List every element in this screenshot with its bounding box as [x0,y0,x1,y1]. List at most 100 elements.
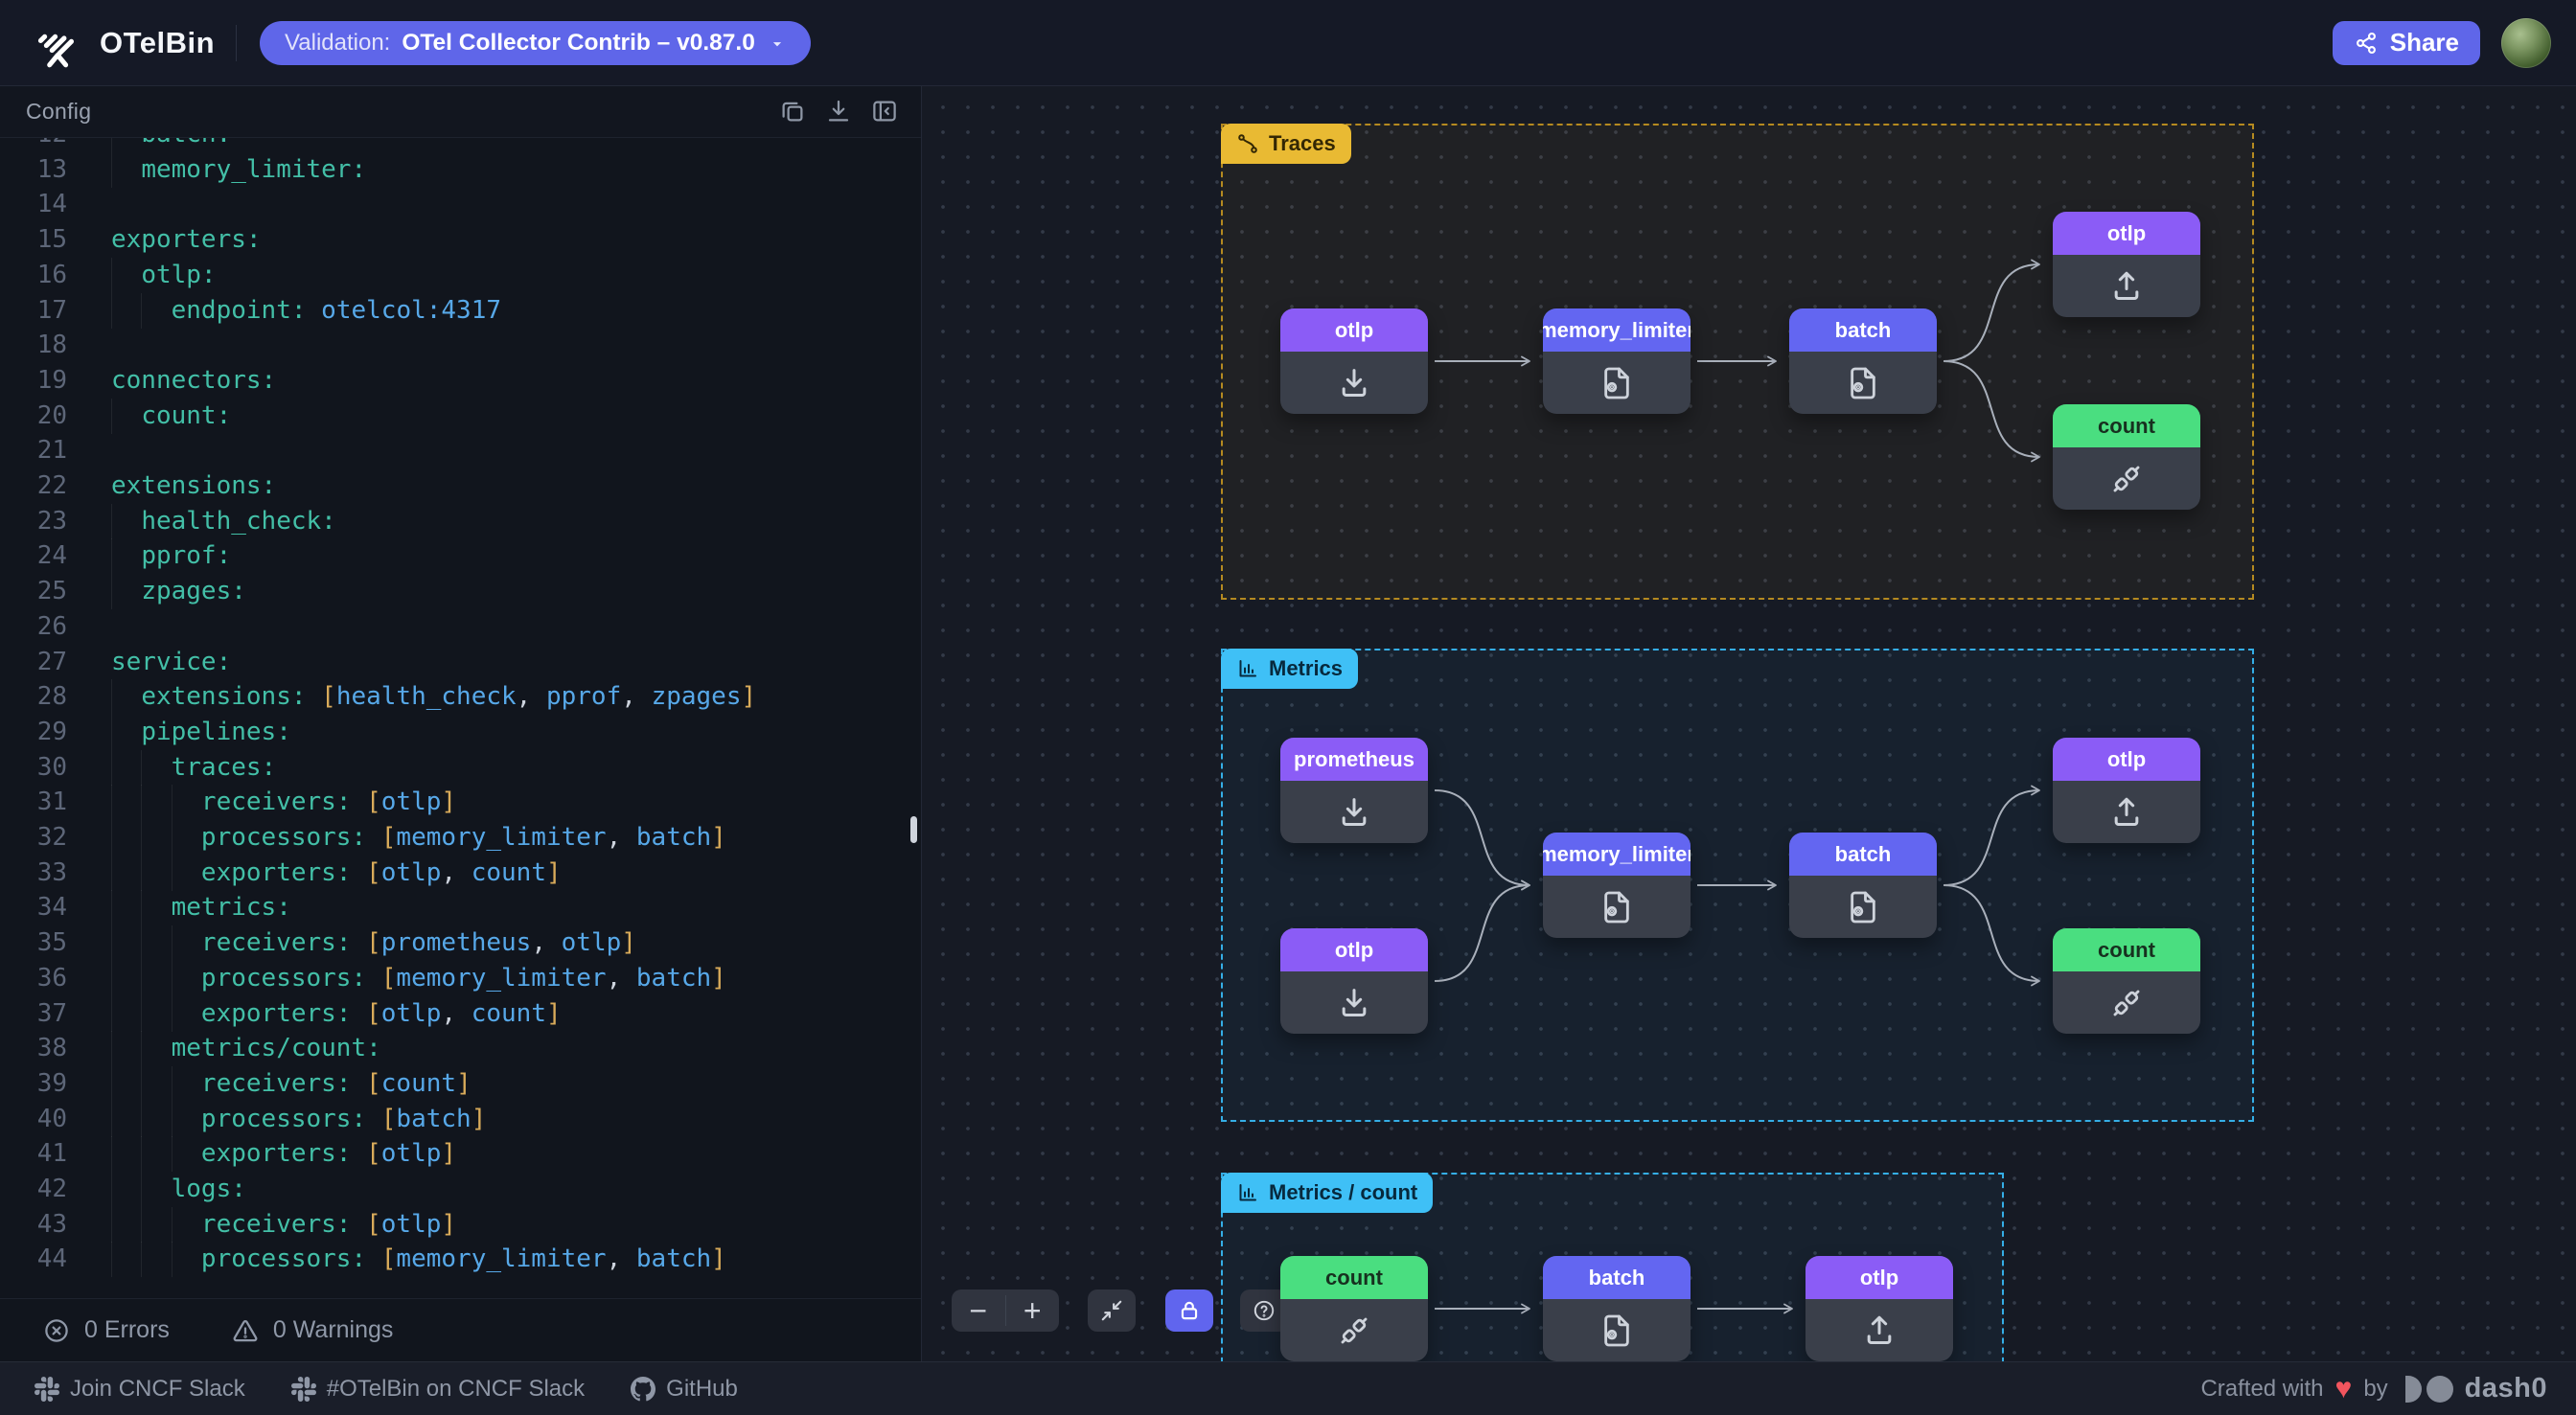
logo[interactable]: OTelBin [0,17,215,69]
zoom-in-button[interactable]: + [1006,1289,1060,1332]
node-title: batch [1789,308,1937,352]
otelbin-logo-icon [33,17,84,69]
node-receiver-otlp[interactable]: otlp [1280,308,1428,414]
code-line-32[interactable]: 32 processors: [memory_limiter, batch] [0,820,911,856]
code-line-13[interactable]: 13 memory_limiter: [0,152,911,188]
code-line-24[interactable]: 24 pprof: [0,538,911,574]
code-line-27[interactable]: 27 service: [0,645,911,680]
code-editor[interactable]: 12 batch:13 memory_limiter:1415exporters… [0,138,921,1286]
code-line-35[interactable]: 35 receivers: [prometheus, otlp] [0,925,911,961]
line-number: 13 [0,152,67,188]
code-line-21[interactable]: 21 [0,433,911,468]
code-line-38[interactable]: 38 metrics/count: [0,1031,911,1066]
fit-view-button[interactable] [1088,1289,1136,1332]
code-line-16[interactable]: 16 otlp: [0,258,911,293]
footer-link-2[interactable]: #OTelBin on CNCF Slack [291,1376,585,1403]
node-receiver-otlp[interactable]: otlp [1280,928,1428,1034]
node-body [2053,255,2200,317]
node-body [1280,352,1428,414]
code-line-18[interactable]: 18 [0,328,911,363]
node-connector-count[interactable]: count [2053,404,2200,510]
code-line-36[interactable]: 36 processors: [memory_limiter, batch] [0,961,911,996]
node-title: count [2053,928,2200,971]
code-line-44[interactable]: 44 processors: [memory_limiter, batch] [0,1242,911,1277]
pipeline-group-label: Metrics / count [1221,1173,1433,1213]
minus-icon: − [969,1295,987,1326]
pipeline-canvas[interactable]: − + TracesMetricsMetrics / countotlpmemo… [921,86,2576,1361]
node-processor-batch[interactable]: batch [1789,308,1937,414]
node-title: prometheus [1280,738,1428,781]
chevron-down-icon [767,34,788,55]
footer-link-1[interactable]: Join CNCF Slack [34,1376,245,1403]
download-config-button[interactable] [823,97,854,127]
code-line-34[interactable]: 34 metrics: [0,890,911,925]
pipeline-group-metrics[interactable]: Metrics [1221,649,2254,1122]
node-connector-count[interactable]: count [2053,928,2200,1034]
node-exporter-otlp[interactable]: otlp [1806,1256,1953,1361]
code-text: service: [111,645,231,680]
code-text: receivers: [prometheus, otlp] [111,925,636,961]
node-receiver-prometheus[interactable]: prometheus [1280,738,1428,843]
dash0-brand: dash0 [2465,1373,2547,1404]
node-exporter-otlp[interactable]: otlp [2053,738,2200,843]
line-number: 43 [0,1207,67,1243]
code-text: exporters: [otlp, count] [111,856,562,891]
fit-view-icon [1099,1298,1124,1323]
footer-link-3[interactable]: GitHub [631,1376,738,1403]
node-exporter-otlp[interactable]: otlp [2053,212,2200,317]
warnings-status: 0 Warnings [231,1316,394,1345]
code-line-40[interactable]: 40 processors: [batch] [0,1102,911,1137]
code-line-37[interactable]: 37 exporters: [otlp, count] [0,996,911,1032]
line-number: 33 [0,856,67,891]
line-number: 27 [0,645,67,680]
receiver-icon [1335,793,1373,832]
code-line-29[interactable]: 29 pipelines: [0,715,911,750]
code-line-30[interactable]: 30 traces: [0,750,911,786]
code-text: receivers: [count] [111,1066,472,1102]
code-text: exporters: [otlp, count] [111,996,562,1032]
code-line-41[interactable]: 41 exporters: [otlp] [0,1136,911,1172]
code-line-28[interactable]: 28 extensions: [health_check, pprof, zpa… [0,679,911,715]
validation-dropdown[interactable]: Validation: OTel Collector Contrib – v0.… [260,21,811,65]
connector-icon [2107,984,2146,1022]
code-line-17[interactable]: 17 endpoint: otelcol:4317 [0,293,911,329]
collapse-panel-button[interactable] [869,97,900,127]
lock-button[interactable] [1165,1289,1213,1332]
node-body [2053,781,2200,843]
node-processor-memory_limiter[interactable]: memory_limiter [1543,308,1690,414]
node-processor-batch[interactable]: batch [1789,833,1937,938]
code-line-31[interactable]: 31 receivers: [otlp] [0,785,911,820]
code-line-25[interactable]: 25 zpages: [0,574,911,609]
code-line-33[interactable]: 33 exporters: [otlp, count] [0,856,911,891]
line-number: 23 [0,504,67,539]
code-line-43[interactable]: 43 receivers: [otlp] [0,1207,911,1243]
code-line-14[interactable]: 14 [0,187,911,222]
code-line-19[interactable]: 19connectors: [0,363,911,399]
code-line-39[interactable]: 39 receivers: [count] [0,1066,911,1102]
line-number: 14 [0,187,67,222]
code-line-26[interactable]: 26 [0,609,911,645]
node-connector-count[interactable]: count [1280,1256,1428,1361]
header-divider [236,25,237,61]
code-line-12[interactable]: 12 batch: [0,138,911,152]
node-body [1543,876,1690,938]
share-button[interactable]: Share [2333,21,2480,65]
code-line-15[interactable]: 15exporters: [0,222,911,258]
node-processor-memory_limiter[interactable]: memory_limiter [1543,833,1690,938]
node-processor-batch[interactable]: batch [1543,1256,1690,1361]
code-line-23[interactable]: 23 health_check: [0,504,911,539]
line-number: 29 [0,715,67,750]
avatar[interactable] [2501,18,2551,68]
zoom-out-button[interactable]: − [952,1289,1005,1332]
code-line-22[interactable]: 22extensions: [0,468,911,504]
line-number: 37 [0,996,67,1032]
validation-status-bar: 0 Errors 0 Warnings [0,1298,921,1361]
copy-config-button[interactable] [777,97,808,127]
node-body [1280,781,1428,843]
code-line-20[interactable]: 20 count: [0,399,911,434]
zoom-controls: − + [952,1289,1059,1332]
vertical-scrollbar-thumb[interactable] [910,816,917,843]
app-footer: Join CNCF Slack #OTelBin on CNCF Slack Git… [0,1361,2576,1415]
code-line-42[interactable]: 42 logs: [0,1172,911,1207]
slack-icon [291,1377,316,1402]
